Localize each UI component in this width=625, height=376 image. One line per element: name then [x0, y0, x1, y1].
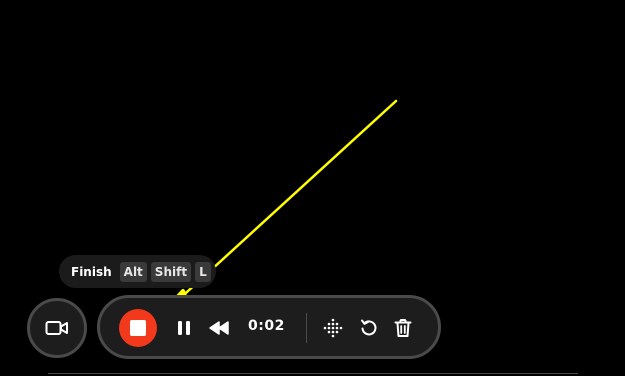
restart-icon — [361, 319, 377, 336]
recording-timer: 0:02 — [248, 318, 285, 334]
delete-recording-button[interactable] — [392, 317, 414, 339]
rewind-icon — [209, 321, 229, 335]
dot-grid-icon — [323, 318, 343, 338]
recording-toolbar: 0:02 — [97, 295, 441, 359]
bottom-divider-line — [48, 373, 578, 374]
shortcut-key-alt: Alt — [119, 261, 147, 282]
dot-grid-button[interactable] — [322, 317, 344, 339]
finish-shortcut-tooltip: Finish Alt Shift L — [59, 255, 216, 288]
shortcut-key-l: L — [195, 261, 211, 282]
pause-button[interactable] — [173, 317, 195, 339]
shortcut-key-shift: Shift — [150, 261, 192, 282]
stop-icon — [130, 320, 146, 336]
rewind-button[interactable] — [208, 317, 230, 339]
camera-toggle-button[interactable] — [27, 298, 87, 358]
tooltip-label: Finish — [71, 264, 112, 279]
toolbar-divider — [306, 313, 307, 343]
restart-button[interactable] — [358, 317, 380, 339]
stop-recording-button[interactable] — [119, 309, 157, 347]
video-camera-icon — [45, 321, 68, 335]
pause-icon — [178, 321, 190, 335]
trash-icon — [394, 319, 412, 337]
